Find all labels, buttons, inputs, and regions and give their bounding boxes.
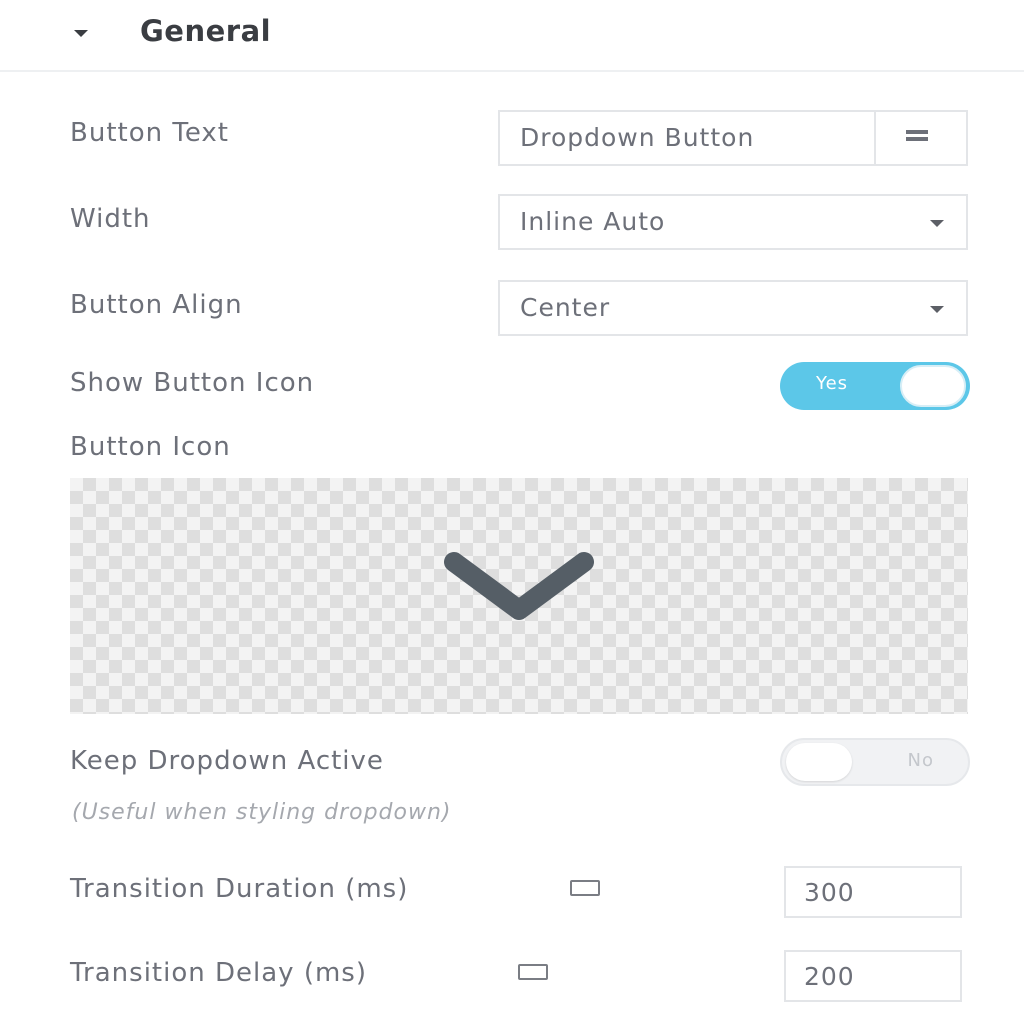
chevron-down-icon [930, 306, 944, 313]
desktop-icon[interactable] [518, 964, 548, 984]
transition-duration-value: 300 [804, 878, 855, 907]
chevron-down-icon [930, 220, 944, 227]
toggle-knob [900, 365, 966, 407]
transition-delay-value: 200 [804, 962, 855, 991]
button-text-input[interactable]: Dropdown Button [520, 123, 754, 152]
keep-dropdown-active-label: Keep Dropdown Active [70, 746, 384, 776]
toggle-knob [786, 743, 852, 781]
dynamic-tags-icon[interactable] [906, 130, 928, 148]
caret-down-icon [74, 30, 88, 37]
button-icon-label: Button Icon [70, 432, 231, 462]
button-text-field[interactable]: Dropdown Button [498, 110, 968, 166]
transition-duration-input[interactable]: 300 [784, 866, 962, 918]
toggle-state-label: Yes [816, 373, 849, 394]
section-header-general[interactable]: General [0, 0, 1024, 72]
keep-dropdown-active-toggle[interactable]: No [780, 738, 970, 786]
button-icon-picker[interactable] [70, 478, 968, 714]
button-align-label: Button Align [70, 290, 243, 320]
desktop-icon[interactable] [570, 880, 600, 900]
toggle-state-label: No [907, 750, 934, 771]
keep-dropdown-active-hint: (Useful when styling dropdown) [72, 800, 452, 825]
width-select[interactable]: Inline Auto [498, 194, 968, 250]
section-title: General [140, 14, 272, 48]
button-text-label: Button Text [70, 118, 229, 148]
transition-duration-label: Transition Duration (ms) [70, 874, 409, 904]
show-button-icon-label: Show Button Icon [70, 368, 315, 398]
button-align-select-value: Center [520, 293, 611, 322]
button-align-select[interactable]: Center [498, 280, 968, 336]
show-button-icon-toggle[interactable]: Yes [780, 362, 970, 410]
transition-delay-input[interactable]: 200 [784, 950, 962, 1002]
chevron-down-icon [444, 552, 594, 620]
width-select-value: Inline Auto [520, 207, 666, 236]
width-label: Width [70, 204, 151, 234]
field-divider [874, 112, 876, 164]
transition-delay-label: Transition Delay (ms) [70, 958, 367, 988]
